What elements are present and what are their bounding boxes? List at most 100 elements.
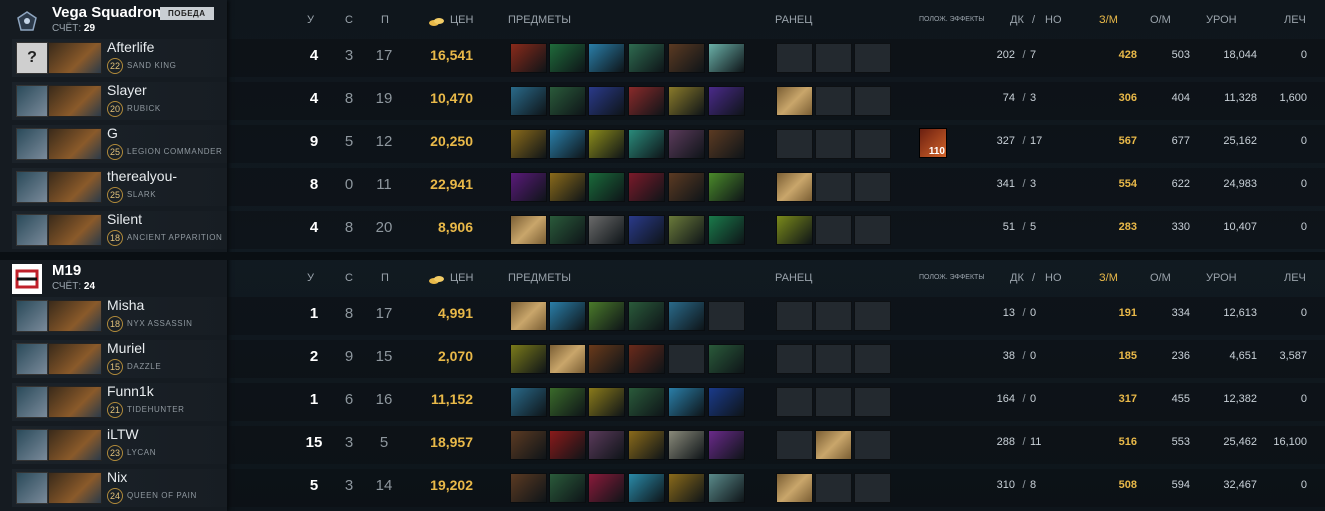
header-assists[interactable]: П xyxy=(381,272,389,284)
item-icon[interactable] xyxy=(628,43,665,73)
item-icon[interactable] xyxy=(668,473,705,503)
player-name[interactable]: Misha xyxy=(107,297,144,313)
item-icon[interactable] xyxy=(668,129,705,159)
player-card[interactable]: Nix 24 QUEEN OF PAIN xyxy=(0,467,227,507)
item-icon[interactable] xyxy=(510,473,547,503)
item-icon[interactable] xyxy=(549,215,586,245)
header-denies[interactable]: НО xyxy=(1045,272,1062,284)
header-gpm[interactable]: З/М xyxy=(1099,272,1118,284)
player-avatar[interactable] xyxy=(16,300,48,332)
player-avatar[interactable] xyxy=(16,128,48,160)
buff-icon[interactable]: 110 xyxy=(919,128,947,158)
item-icon[interactable] xyxy=(628,86,665,116)
hero-portrait[interactable] xyxy=(48,343,102,375)
item-icon[interactable] xyxy=(628,430,665,460)
tp-scroll-item-icon[interactable] xyxy=(510,301,547,331)
header-denies[interactable]: НО xyxy=(1045,14,1062,26)
item-icon[interactable] xyxy=(668,86,705,116)
player-avatar[interactable]: ? xyxy=(16,42,48,74)
hero-portrait[interactable] xyxy=(48,42,102,74)
header-buffs[interactable]: ПОЛОЖ. ЭФФЕКТЫ xyxy=(919,274,985,281)
item-icon[interactable] xyxy=(510,172,547,202)
header-healing[interactable]: ЛЕЧ xyxy=(1284,14,1306,26)
item-icon[interactable] xyxy=(549,301,586,331)
player-name[interactable]: therealyou- xyxy=(107,168,177,184)
item-icon[interactable] xyxy=(708,344,745,374)
item-icon[interactable] xyxy=(668,215,705,245)
player-name[interactable]: G xyxy=(107,125,118,141)
item-icon[interactable] xyxy=(549,430,586,460)
header-kills[interactable]: У xyxy=(307,14,314,26)
header-backpack[interactable]: РАНЕЦ xyxy=(775,14,812,26)
player-avatar[interactable] xyxy=(16,429,48,461)
item-icon[interactable] xyxy=(549,43,586,73)
hero-portrait[interactable] xyxy=(48,171,102,203)
item-icon[interactable] xyxy=(628,172,665,202)
header-xpm[interactable]: О/М xyxy=(1150,14,1171,26)
item-icon[interactable] xyxy=(708,387,745,417)
player-card[interactable]: therealyou- 25 SLARK xyxy=(0,166,227,206)
item-icon[interactable] xyxy=(588,387,625,417)
item-icon[interactable] xyxy=(628,129,665,159)
item-icon[interactable] xyxy=(628,215,665,245)
hero-portrait[interactable] xyxy=(48,300,102,332)
player-name[interactable]: Funn1k xyxy=(107,383,154,399)
item-icon[interactable] xyxy=(708,86,745,116)
item-icon[interactable] xyxy=(708,473,745,503)
item-icon[interactable] xyxy=(510,344,547,374)
header-last-hits[interactable]: ДК xyxy=(1010,272,1024,284)
player-card[interactable]: iLTW 23 LYCAN xyxy=(0,424,227,464)
item-icon[interactable] xyxy=(668,43,705,73)
hero-portrait[interactable] xyxy=(48,429,102,461)
item-icon[interactable] xyxy=(628,387,665,417)
player-name[interactable]: Nix xyxy=(107,469,127,485)
header-net-worth[interactable]: ЦЕН xyxy=(450,14,473,26)
item-icon[interactable] xyxy=(549,129,586,159)
item-icon[interactable] xyxy=(510,430,547,460)
tp-scroll-item-icon[interactable] xyxy=(510,215,547,245)
hero-portrait[interactable] xyxy=(48,472,102,504)
item-icon[interactable] xyxy=(708,215,745,245)
header-gpm[interactable]: З/М xyxy=(1099,14,1118,26)
item-icon[interactable] xyxy=(628,301,665,331)
player-card[interactable]: Silent 18 ANCIENT APPARITION xyxy=(0,209,227,249)
item-icon[interactable] xyxy=(510,86,547,116)
item-icon[interactable] xyxy=(588,86,625,116)
item-icon[interactable] xyxy=(668,430,705,460)
tp-scroll-backpack-icon[interactable] xyxy=(776,172,813,202)
hero-portrait[interactable] xyxy=(48,85,102,117)
hero-portrait[interactable] xyxy=(48,128,102,160)
player-card[interactable]: Muriel 15 DAZZLE xyxy=(0,338,227,378)
player-name[interactable]: Afterlife xyxy=(107,39,154,55)
player-name[interactable]: Slayer xyxy=(107,82,147,98)
tp-scroll-backpack-icon[interactable] xyxy=(776,473,813,503)
player-name[interactable]: Muriel xyxy=(107,340,145,356)
item-icon[interactable] xyxy=(588,301,625,331)
header-items[interactable]: ПРЕДМЕТЫ xyxy=(508,272,571,284)
header-last-hits[interactable]: ДК xyxy=(1010,14,1024,26)
player-avatar[interactable] xyxy=(16,85,48,117)
player-avatar[interactable] xyxy=(16,343,48,375)
backpack-item-icon[interactable] xyxy=(776,215,813,245)
item-icon[interactable] xyxy=(668,172,705,202)
tp-scroll-backpack-icon[interactable] xyxy=(815,430,852,460)
item-icon[interactable] xyxy=(588,344,625,374)
item-icon[interactable] xyxy=(588,215,625,245)
item-icon[interactable] xyxy=(668,387,705,417)
header-damage[interactable]: УРОН xyxy=(1206,272,1237,284)
header-slash[interactable]: / xyxy=(1032,14,1035,26)
header-assists[interactable]: П xyxy=(381,14,389,26)
hero-portrait[interactable] xyxy=(48,214,102,246)
item-icon[interactable] xyxy=(588,430,625,460)
hero-portrait[interactable] xyxy=(48,386,102,418)
item-icon[interactable] xyxy=(510,129,547,159)
item-icon[interactable] xyxy=(708,43,745,73)
header-backpack[interactable]: РАНЕЦ xyxy=(775,272,812,284)
player-card[interactable]: G 25 LEGION COMMANDER xyxy=(0,123,227,163)
item-icon[interactable] xyxy=(588,43,625,73)
player-avatar[interactable] xyxy=(16,472,48,504)
item-icon[interactable] xyxy=(510,387,547,417)
item-icon[interactable] xyxy=(628,473,665,503)
header-healing[interactable]: ЛЕЧ xyxy=(1284,272,1306,284)
player-card[interactable]: Misha 18 NYX ASSASSIN xyxy=(0,295,227,335)
